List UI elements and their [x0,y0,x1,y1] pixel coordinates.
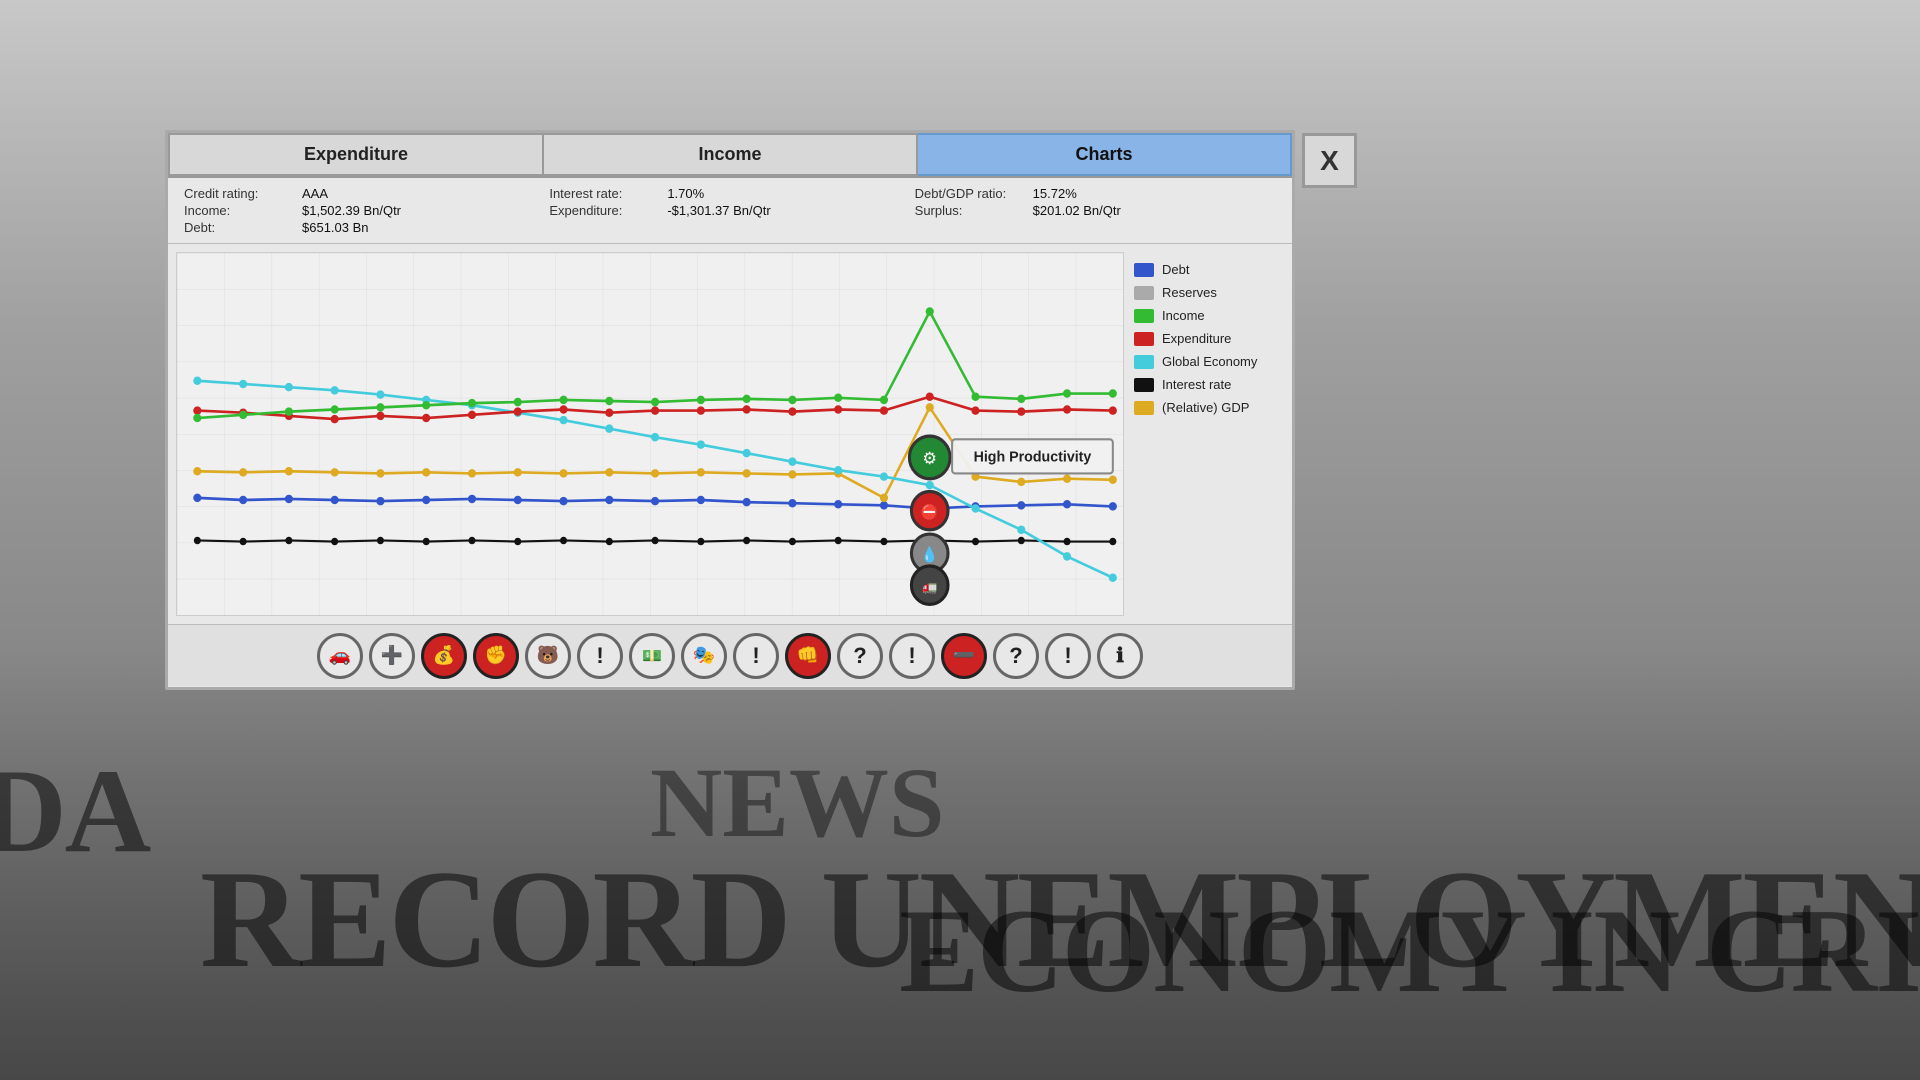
event-icon-2[interactable]: 💰 [421,633,467,679]
tab-bar: Expenditure Income Charts [168,133,1292,178]
event-icon-5[interactable]: ! [577,633,623,679]
legend-color-income [1134,309,1154,323]
event-icon-1[interactable]: ➕ [369,633,415,679]
stats-right: Debt/GDP ratio: 15.72% Surplus: $201.02 … [915,186,1276,235]
legend-color-global-economy [1134,355,1154,369]
news-headline-3: ECONOMY IN CRI [899,882,1920,1020]
event-icon-9[interactable]: 👊 [785,633,831,679]
event-icon-6[interactable]: 💵 [629,633,675,679]
legend-color-expenditure [1134,332,1154,346]
chart-canvas: ⚙ ⛔ 💧 🚛 High Productivity [176,252,1124,616]
event-icon-11[interactable]: ! [889,633,935,679]
svg-text:⚙: ⚙ [922,448,937,467]
chart-svg: ⚙ ⛔ 💧 🚛 High Productivity [177,253,1123,615]
legend-interest-rate: Interest rate [1134,377,1274,392]
legend-color-debt [1134,263,1154,277]
legend-color-interest-rate [1134,378,1154,392]
main-modal: Expenditure Income Charts X Credit ratin… [165,130,1295,690]
chart-legend: Debt Reserves Income Expenditure Global … [1124,252,1284,616]
legend-color-reserves [1134,286,1154,300]
legend-color-gdp [1134,401,1154,415]
event-icon-13[interactable]: ? [993,633,1039,679]
svg-text:🚛: 🚛 [922,580,937,594]
event-icon-8[interactable]: ! [733,633,779,679]
stats-left: Credit rating: AAA Income: $1,502.39 Bn/… [184,186,545,235]
legend-debt: Debt [1134,262,1274,277]
svg-text:High Productivity: High Productivity [974,449,1093,465]
event-icon-7[interactable]: 🎭 [681,633,727,679]
close-button[interactable]: X [1302,133,1357,188]
legend-income: Income [1134,308,1274,323]
tab-charts[interactable]: Charts [918,133,1292,176]
legend-reserves: Reserves [1134,285,1274,300]
stats-middle: Interest rate: 1.70% Expenditure: -$1,30… [549,186,910,235]
events-bar: 🚗 ➕ 💰 ✊ 🐻 ! 💵 🎭 ! 👊 ? ! ➖ ? ! ℹ [168,624,1292,686]
event-icon-10[interactable]: ? [837,633,883,679]
tab-expenditure[interactable]: Expenditure [168,133,544,176]
svg-text:⛔: ⛔ [921,503,939,521]
event-icon-12[interactable]: ➖ [941,633,987,679]
newspaper-background: DA RECORD UNEMPLOYMENT! ECONOMY IN CRI N… [0,700,1920,1080]
event-icon-3[interactable]: ✊ [473,633,519,679]
event-icon-14[interactable]: ! [1045,633,1091,679]
news-headline-4: NEWS [650,745,945,860]
legend-global-economy: Global Economy [1134,354,1274,369]
event-icon-4[interactable]: 🐻 [525,633,571,679]
event-icon-0[interactable]: 🚗 [317,633,363,679]
svg-text:💧: 💧 [921,545,939,563]
tab-income[interactable]: Income [544,133,918,176]
legend-expenditure: Expenditure [1134,331,1274,346]
event-icon-15[interactable]: ℹ [1097,633,1143,679]
legend-gdp: (Relative) GDP [1134,400,1274,415]
news-headline-1: DA [0,742,149,880]
chart-area: ⚙ ⛔ 💧 🚛 High Productivity Debt [168,244,1292,624]
stats-bar: Credit rating: AAA Income: $1,502.39 Bn/… [168,178,1292,244]
